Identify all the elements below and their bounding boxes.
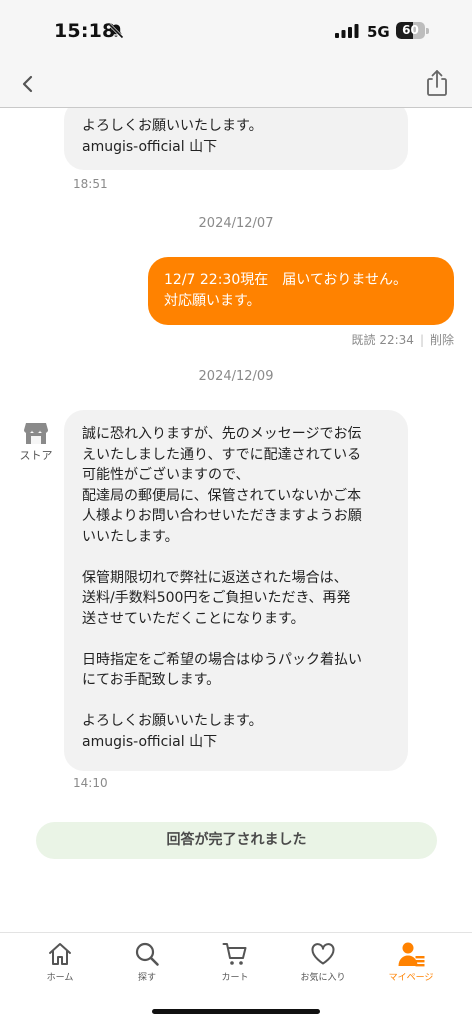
bell-slash-icon (108, 23, 124, 39)
message-paragraph: 誠に恐れ入りますが、先のメッセージでお伝 えいたしました通り、すでに配達されてい… (82, 426, 362, 545)
store-avatar[interactable]: ストア (16, 421, 56, 463)
date-separator: 2024/12/09 (198, 369, 274, 384)
date-separator: 2024/12/07 (198, 216, 274, 231)
back-chevron-icon[interactable] (14, 70, 42, 98)
tab-label: お気に入り (300, 973, 346, 983)
signal-icon (335, 24, 359, 38)
home-indicator (152, 1009, 320, 1014)
read-status: 既読 22:34 (351, 333, 414, 347)
tab-label: カート (221, 973, 249, 983)
tab-mypage[interactable]: マイページ (366, 941, 456, 983)
store-label: ストア (19, 449, 53, 462)
tab-label: 探す (137, 973, 156, 983)
tab-label: ホーム (46, 973, 74, 983)
person-icon (398, 942, 425, 967)
tab-home[interactable]: ホーム (15, 941, 105, 983)
message-time: 14:10 (73, 776, 108, 790)
incoming-message-bubble: 誠に恐れ入りますが、先のメッセージでお伝 えいたしました通り、すでに配達されてい… (64, 410, 408, 771)
read-status-row: 既読 22:34 | 削除 (351, 333, 454, 347)
answer-complete-banner: 回答が完了されました (36, 822, 437, 859)
nav-bar (0, 60, 472, 108)
cart-icon (222, 943, 247, 965)
message-paragraph: よろしくお願いいたします。 amugis-official 山下 (82, 713, 263, 750)
store-icon (24, 423, 48, 444)
share-icon[interactable] (424, 68, 450, 98)
battery-icon: 60 (396, 22, 429, 39)
tab-search[interactable]: 探す (102, 941, 192, 983)
battery-percent: 60 (402, 23, 419, 37)
message-text: 12/7 22:30現在 届いておりません。 対応願います。 (164, 272, 407, 309)
incoming-message-bubble: よろしくお願いいたします。 amugis-official 山下 (64, 108, 408, 170)
tab-cart[interactable]: カート (190, 941, 280, 983)
delete-link[interactable]: 削除 (430, 333, 454, 347)
status-bar: 15:18 5G 60 (0, 0, 472, 60)
home-icon (49, 943, 71, 965)
search-icon (135, 942, 159, 966)
message-paragraph: 保管期限切れで弊社に返送された場合は、 送料/手数料500円をご負担いただき、再… (82, 569, 351, 627)
message-time: 18:51 (73, 177, 108, 191)
tab-label: マイページ (388, 973, 434, 983)
message-text: よろしくお願いいたします。 amugis-official 山下 (82, 118, 263, 155)
status-time: 15:18 (54, 20, 116, 42)
message-paragraph: 日時指定をご希望の場合はゆうパック着払い にてお手配致します。 (82, 651, 362, 689)
tab-favorites[interactable]: お気に入り (278, 941, 368, 983)
chat-area[interactable]: よろしくお願いいたします。 amugis-official 山下 18:51 2… (0, 108, 472, 928)
outgoing-message-bubble[interactable]: 12/7 22:30現在 届いておりません。 対応願います。 (148, 257, 454, 325)
heart-icon (311, 943, 335, 965)
network-label: 5G (367, 23, 390, 41)
